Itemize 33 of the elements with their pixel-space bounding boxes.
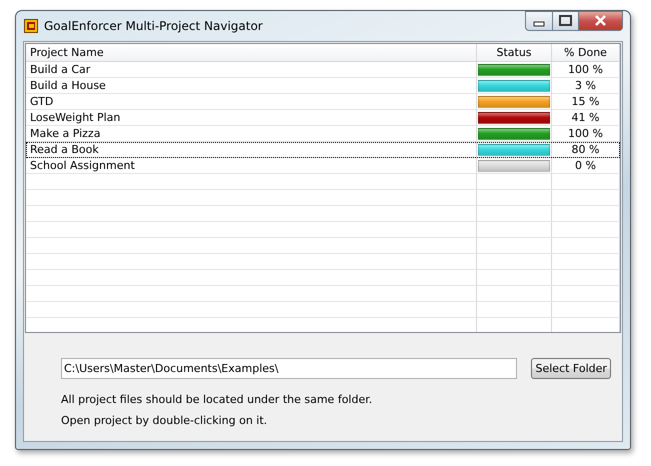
maximize-button[interactable] [553,11,579,31]
table-cell: 41 % [552,110,620,125]
table-row[interactable]: Build a Car 100 % [26,62,620,78]
select-folder-button[interactable]: Select Folder [531,358,611,379]
table-row[interactable]: Build a House 3 % [26,78,620,94]
table-cell: School Assignment [26,158,477,173]
table-row[interactable]: Read a Book 80 % [26,142,620,158]
table-cell: 100 % [552,62,620,77]
table-cell: 80 % [552,142,620,157]
note-text: All project files should be located under the same folder. [61,393,374,407]
table-cell: LoseWeight Plan [26,110,477,125]
table-cell: Build a House [26,78,477,93]
table-cell: Make a Pizza [26,126,477,141]
table-row[interactable]: School Assignment 0 % [26,158,620,174]
table-cell: 15 % [552,94,620,109]
app-icon [24,19,38,33]
table-cell: GTD [26,94,477,109]
column-header[interactable]: Project Name [26,44,477,61]
minimize-button[interactable] [525,11,553,31]
column-header[interactable]: % Done [552,44,620,61]
folder-path-field[interactable]: C:\Users\Master\Documents\Examples\ [61,358,518,379]
table-cell: Build a Car [26,62,477,77]
table-cell: 100 % [552,126,620,141]
column-header[interactable]: Status [477,44,552,61]
table-cell: 3 % [552,78,620,93]
window-title: GoalEnforcer Multi-Project Navigator [44,19,264,33]
table-cell: 0 % [552,158,620,173]
close-button[interactable] [579,11,623,31]
table-row[interactable]: GTD 15 % [26,94,620,110]
table-row[interactable]: LoseWeight Plan 41 % [26,110,620,126]
table-cell: Read a Book [26,142,477,157]
table-row[interactable]: Make a Pizza 100 % [26,126,620,142]
note-text: Open project by double-clicking on it. [61,414,268,428]
